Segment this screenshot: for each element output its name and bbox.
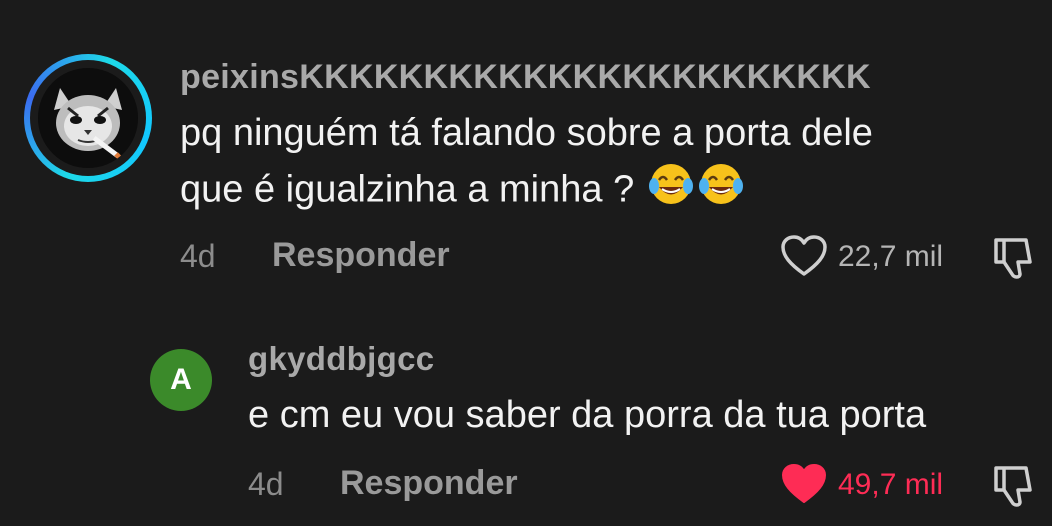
comment-text-line2: que é igualzinha a minha ? (180, 168, 635, 211)
avatar[interactable] (38, 68, 138, 168)
reply-reply-button[interactable]: Responder (340, 464, 518, 503)
reply-like-button[interactable] (780, 462, 828, 511)
dislike-icon[interactable] (990, 460, 1040, 510)
reply-text: e cm eu vou saber da porra da tua porta (248, 394, 927, 436)
reply-like-count: 49,7 mil (838, 468, 944, 501)
laughing-emoji (648, 160, 745, 223)
reply-avatar[interactable]: A (150, 349, 212, 411)
comment-text: pq ninguém tá falando sobre a porta dele… (180, 106, 873, 223)
comment-text-line1: pq ninguém tá falando sobre a porta dele (180, 112, 873, 154)
comment-username[interactable]: peixinsKKKKKKKKKKKKKKKKKKKKKKK (180, 58, 871, 97)
reply-button[interactable]: Responder (272, 236, 450, 275)
cat-avatar-image (38, 68, 138, 168)
like-count: 22,7 mil (838, 240, 944, 273)
like-button[interactable] (780, 234, 828, 283)
reply-dislike-button[interactable] (990, 460, 1040, 515)
reply-username[interactable]: gkyddbjgcc (248, 340, 434, 378)
reply-time: 4d (248, 466, 284, 502)
dislike-button[interactable] (990, 232, 1040, 287)
comment-text-line2-wrap: que é igualzinha a minha ? (180, 160, 873, 223)
tears-of-joy-icon (648, 164, 743, 204)
heart-outline-icon[interactable] (780, 234, 828, 278)
heart-filled-icon[interactable] (780, 462, 828, 506)
comment-time: 4d (180, 238, 216, 274)
dislike-icon[interactable] (990, 232, 1040, 282)
